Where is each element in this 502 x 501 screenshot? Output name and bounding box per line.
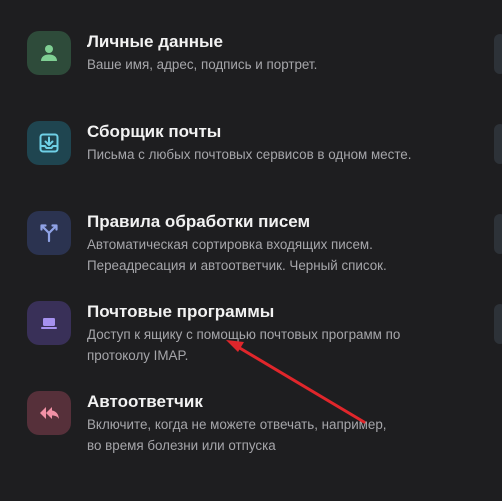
right-column-item-icon[interactable] [494,124,502,164]
right-column-item-icon[interactable] [494,34,502,74]
settings-item-description: Автоматическая сортировка входящих писем… [87,234,447,276]
settings-item-description: Ваше имя, адрес, подпись и портрет. [87,54,447,75]
person-icon [27,31,71,75]
mail-settings-list: Личные данные Ваше имя, адрес, подпись и… [0,0,502,501]
settings-item-title: Автоответчик [87,392,203,411]
description-line: Автоматическая сортировка входящих писем… [87,237,373,252]
double-reply-icon [27,391,71,435]
settings-item-mail-collector[interactable]: Сборщик почты Письма с любых почтовых се… [27,121,467,171]
settings-item-autoreply[interactable]: Автоответчик Включите, когда не можете о… [27,391,467,455]
description-line: Письма с любых почтовых сервисов в одном… [87,147,412,162]
branching-arrows-icon [27,211,71,255]
inbox-download-icon [27,121,71,165]
settings-item-title: Сборщик почты [87,122,222,141]
settings-item-mail-clients[interactable]: Почтовые программы Доступ к ящику с помо… [27,301,467,365]
description-line: Переадресация и автоответчик. Черный спи… [87,258,387,273]
settings-item-personal-data[interactable]: Личные данные Ваше имя, адрес, подпись и… [27,31,467,81]
description-line: протоколу IMAP. [87,348,189,363]
right-column-item-icon[interactable] [494,304,502,344]
description-line: во время болезни или отпуска [87,438,276,453]
settings-item-mail-rules[interactable]: Правила обработки писем Автоматическая с… [27,211,467,275]
right-column-item-icon[interactable] [494,214,502,254]
settings-item-title: Личные данные [87,32,223,51]
settings-item-title: Правила обработки писем [87,212,311,231]
laptop-icon [27,301,71,345]
settings-item-description: Включите, когда не можете отвечать, напр… [87,414,447,456]
description-line: Ваше имя, адрес, подпись и портрет. [87,57,318,72]
settings-item-description: Письма с любых почтовых сервисов в одном… [87,144,447,165]
description-line: Включите, когда не можете отвечать, напр… [87,417,387,432]
description-line: Доступ к ящику с помощью почтовых програ… [87,327,401,342]
settings-item-title: Почтовые программы [87,302,275,321]
settings-item-description: Доступ к ящику с помощью почтовых програ… [87,324,447,366]
